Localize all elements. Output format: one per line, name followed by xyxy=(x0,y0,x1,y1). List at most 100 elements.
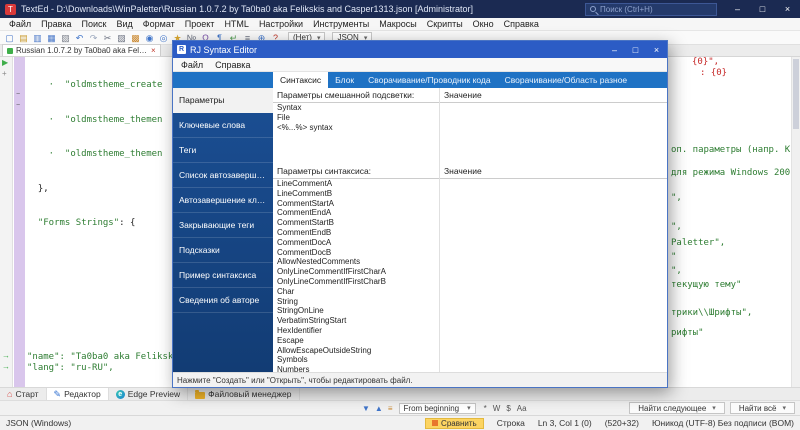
param-row[interactable]: StringOnLine xyxy=(273,306,667,316)
menu-item[interactable]: Скрипты xyxy=(422,19,468,29)
param-row[interactable]: Char xyxy=(273,287,667,297)
param-row[interactable]: CommentStartA xyxy=(273,199,667,209)
dialog-tab-syntax[interactable]: Синтаксис xyxy=(273,72,329,88)
add-icon[interactable]: + xyxy=(2,70,7,78)
dialog-minimize-button[interactable]: – xyxy=(604,41,625,58)
dialog-sidebar-item[interactable]: Параметры xyxy=(173,88,273,113)
menu-item[interactable]: HTML xyxy=(219,19,254,29)
param-row[interactable]: CommentDocB xyxy=(273,248,667,258)
document-tab[interactable]: Russian 1.0.7.2 by Ta0ba0 aka Felikskis … xyxy=(2,44,161,56)
panel-tab-start[interactable]: ⌂ Старт xyxy=(0,388,47,400)
param-row[interactable]: OnlyLineCommentIfFirstCharB xyxy=(273,277,667,287)
cut-icon[interactable]: ✂ xyxy=(102,32,113,44)
find-next-button[interactable]: Найти следующее ▾ xyxy=(629,402,725,414)
open-file-icon[interactable]: ▤ xyxy=(18,32,29,44)
find-prev-icon[interactable]: ▲ xyxy=(375,404,383,413)
dialog-tab-folding-explorer[interactable]: Сворачивание/Проводник кода xyxy=(361,72,497,88)
search-option-toggle[interactable]: * xyxy=(484,404,487,413)
syntax-params-section: Параметры синтаксиса: Значение LineComme… xyxy=(273,164,667,372)
search-input[interactable] xyxy=(600,4,712,14)
menu-item[interactable]: Проект xyxy=(180,19,220,29)
find-next-icon[interactable]: ▼ xyxy=(362,404,370,413)
fold-marker-icon[interactable]: − xyxy=(16,91,20,98)
replace-icon[interactable]: ◎ xyxy=(158,32,169,44)
undo-icon[interactable]: ↶ xyxy=(74,32,85,44)
menu-item[interactable]: Вид xyxy=(112,19,138,29)
code-fragment: {0}", xyxy=(692,57,720,67)
save-all-icon[interactable]: ▦ xyxy=(46,32,57,44)
menu-item[interactable]: Инструменты xyxy=(308,19,374,29)
param-row[interactable]: HexIdentifier xyxy=(273,326,667,336)
panel-tab-editor[interactable]: ✎ Редактор xyxy=(46,388,109,400)
param-row[interactable]: LineCommentB xyxy=(273,189,667,199)
param-row[interactable]: VerbatimStringStart xyxy=(273,316,667,326)
param-row[interactable]: CommentEndA xyxy=(273,208,667,218)
param-row[interactable]: <%...%> syntax xyxy=(273,123,667,133)
search-option-toggle[interactable]: Aa xyxy=(517,404,527,413)
copy-icon[interactable]: ▨ xyxy=(116,32,127,44)
dialog-tab-folding-misc[interactable]: Сворачивание/Область разное xyxy=(498,72,635,88)
param-row[interactable]: Syntax xyxy=(273,103,667,113)
panel-tab-edge-preview[interactable]: e Edge Preview xyxy=(109,388,189,400)
dialog-menu-item[interactable]: Справка xyxy=(209,60,256,70)
dialog-sidebar-item[interactable]: Теги xyxy=(173,138,273,163)
param-row[interactable]: Symbols xyxy=(273,355,667,365)
redo-icon[interactable]: ↷ xyxy=(88,32,99,44)
dialog-tab-block[interactable]: Блок xyxy=(328,72,361,88)
menu-item[interactable]: Окно xyxy=(468,19,499,29)
code-fragment: рифты" xyxy=(671,328,704,338)
find-all-button[interactable]: Найти всё ▾ xyxy=(729,402,795,414)
param-row[interactable]: Numbers xyxy=(273,365,667,372)
maximize-button[interactable]: □ xyxy=(750,0,775,18)
editor-scrollbar[interactable] xyxy=(791,57,800,387)
menu-item[interactable]: Файл xyxy=(4,19,36,29)
search-option-toggle[interactable]: W xyxy=(493,404,501,413)
print-icon[interactable]: ▧ xyxy=(60,32,71,44)
close-button[interactable]: × xyxy=(775,0,800,18)
dialog-menu-item[interactable]: Файл xyxy=(175,60,209,70)
search-icon[interactable]: ◉ xyxy=(144,32,155,44)
param-row[interactable]: OnlyLineCommentIfFirstCharA xyxy=(273,267,667,277)
dialog-maximize-button[interactable]: □ xyxy=(625,41,646,58)
new-file-icon[interactable]: ▢ xyxy=(4,32,15,44)
menu-item[interactable]: Настройки xyxy=(254,19,308,29)
param-row[interactable]: AllowEscapeOutsideString xyxy=(273,346,667,356)
param-row[interactable]: CommentEndB xyxy=(273,228,667,238)
scrollbar-thumb[interactable] xyxy=(793,59,799,129)
titlebar-search[interactable] xyxy=(585,2,717,16)
param-row[interactable]: LineCommentA xyxy=(273,179,667,189)
dialog-sidebar-item[interactable]: Подсказки xyxy=(173,238,273,263)
search-option-toggle[interactable]: $ xyxy=(506,404,510,413)
tab-close-icon[interactable]: × xyxy=(151,46,156,55)
dialog-sidebar-item[interactable]: Автозавершение классов xyxy=(173,188,273,213)
param-row[interactable]: File xyxy=(273,113,667,123)
highlight-all-icon[interactable]: ≡ xyxy=(388,404,393,413)
menu-item[interactable]: Макросы xyxy=(374,19,422,29)
run-icon[interactable]: ▶ xyxy=(2,59,8,67)
param-row[interactable]: Escape xyxy=(273,336,667,346)
dialog-sidebar-item[interactable]: Сведения об авторе xyxy=(173,288,273,313)
compare-button[interactable]: Сравнить xyxy=(425,417,484,429)
panel-tab-file-manager[interactable]: Файловый менеджер xyxy=(188,388,300,400)
menu-item[interactable]: Формат xyxy=(138,19,180,29)
dialog-close-button[interactable]: × xyxy=(646,41,667,58)
param-row[interactable]: CommentDocA xyxy=(273,238,667,248)
menu-item[interactable]: Поиск xyxy=(77,19,112,29)
dialog-sidebar-item[interactable]: Список автозавершения (Ctrl+… xyxy=(173,163,273,188)
dialog-content: Параметры смешанной подсветки: Значение … xyxy=(273,88,667,372)
paste-icon[interactable]: ▩ xyxy=(130,32,141,44)
search-scope-select[interactable]: From beginning ▾ xyxy=(398,402,476,414)
menu-item[interactable]: Правка xyxy=(36,19,76,29)
fold-marker-icon[interactable]: − xyxy=(16,102,20,109)
minimize-button[interactable]: – xyxy=(725,0,750,18)
dialog-sidebar-item[interactable]: Закрывающие теги xyxy=(173,213,273,238)
param-row[interactable]: String xyxy=(273,297,667,307)
dialog-sidebar-item[interactable]: Ключевые слова xyxy=(173,113,273,138)
dialog-sidebar-item[interactable]: Пример синтаксиса xyxy=(173,263,273,288)
param-row[interactable]: CommentStartB xyxy=(273,218,667,228)
encoding-indicator[interactable]: Юникод (UTF-8) Без подписи (BOM) xyxy=(652,418,794,428)
menu-item[interactable]: Справка xyxy=(499,19,544,29)
save-icon[interactable]: ▥ xyxy=(32,32,43,44)
param-row[interactable]: AllowNestedComments xyxy=(273,257,667,267)
file-type-indicator[interactable]: JSON (Windows) xyxy=(6,418,71,428)
